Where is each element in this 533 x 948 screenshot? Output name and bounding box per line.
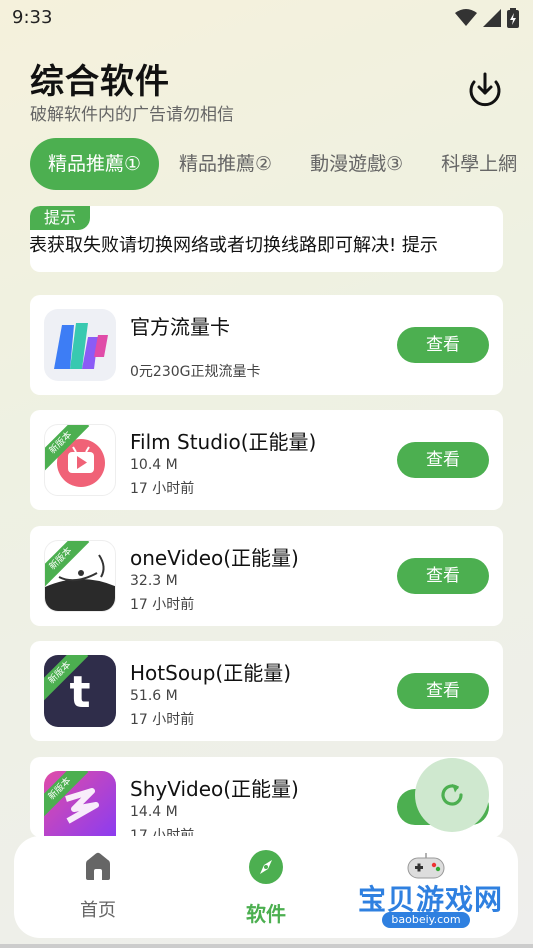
home-icon (86, 852, 110, 880)
app-name: 官方流量卡 (130, 315, 230, 339)
view-button[interactable]: 查看 (397, 327, 489, 363)
page-title: 综合软件 (30, 62, 170, 102)
view-button[interactable]: 查看 (397, 558, 489, 594)
onevideo-logo-icon: 新版本 (44, 540, 116, 612)
app-update-time: 17 小时前 (130, 712, 195, 728)
app-card[interactable]: 新版本 oneVideo(正能量) 32.3 M 17 小时前 查看 (30, 526, 503, 626)
notice-badge: 提示 (30, 206, 91, 230)
app-size: 10.4 M (130, 457, 178, 473)
category-tabs: 精品推薦① 精品推薦② 動漫遊戲③ 科學上網 (30, 138, 533, 190)
wifi-icon (455, 9, 477, 26)
tab-featured-1[interactable]: 精品推薦① (30, 138, 160, 190)
compass-icon (249, 850, 283, 884)
app-description: 0元230G正规流量卡 (130, 364, 261, 380)
battery-icon (507, 8, 519, 28)
app-card[interactable]: t 新版本 HotSoup(正能量) 51.6 M 17 小时前 查看 (30, 641, 503, 741)
app-name: Film Studio(正能量) (130, 430, 317, 454)
nav-home-label: 首页 (80, 900, 116, 921)
view-button[interactable]: 查看 (397, 673, 489, 709)
app-size: 14.4 M (130, 804, 178, 820)
app-update-time: 17 小时前 (130, 597, 195, 613)
traffic-card-logo-icon (44, 309, 116, 381)
refresh-button[interactable] (415, 758, 489, 832)
status-bar: 9:33 (0, 0, 533, 36)
bottom-divider (0, 944, 533, 948)
app-card[interactable]: 新版本 Film Studio(正能量) 10.4 M 17 小时前 查看 (30, 410, 503, 510)
status-time: 9:33 (12, 7, 53, 28)
app-name: oneVideo(正能量) (130, 546, 299, 570)
watermark-url: baobeiy.com (382, 912, 470, 928)
nav-home[interactable]: 首页 (38, 850, 158, 922)
download-icon (469, 72, 501, 107)
hotsoup-t-icon: t 新版本 (44, 655, 116, 727)
notice-marquee: l表获取失败请切换网络或者切换线路即可解决! 提示 (30, 228, 495, 264)
tab-featured-2[interactable]: 精品推薦② (161, 138, 290, 190)
svg-text:t: t (69, 667, 90, 718)
page-subtitle: 破解软件内的广告请勿相信 (30, 105, 234, 125)
film-play-icon: 新版本 (44, 424, 116, 496)
app-size: 32.3 M (130, 573, 178, 589)
app-card[interactable]: 官方流量卡 0元230G正规流量卡 查看 (30, 295, 503, 395)
app-name: ShyVideo(正能量) (130, 777, 299, 801)
app-size: 51.6 M (130, 688, 178, 704)
shyvideo-s-icon: 新版本 (44, 771, 116, 837)
nav-software[interactable]: 软件 (206, 850, 326, 927)
status-icons (455, 8, 519, 28)
notice-banner: 提示 l表获取失败请切换网络或者切换线路即可解决! 提示 (30, 206, 503, 272)
site-watermark: 宝贝游戏网 baobeiy.com (356, 852, 506, 932)
tab-science-internet[interactable]: 科學上網 (423, 138, 533, 190)
tab-anime-games[interactable]: 動漫遊戲③ (292, 138, 421, 190)
app-name: HotSoup(正能量) (130, 661, 292, 685)
notice-text: l表获取失败请切换网络或者切换线路即可解决! 提示 (30, 235, 438, 256)
app-update-time: 17 小时前 (130, 481, 195, 497)
download-button[interactable] (466, 70, 504, 108)
signal-icon (483, 9, 501, 27)
view-button[interactable]: 查看 (397, 442, 489, 478)
nav-software-label: 软件 (246, 902, 286, 926)
refresh-icon (441, 784, 463, 806)
